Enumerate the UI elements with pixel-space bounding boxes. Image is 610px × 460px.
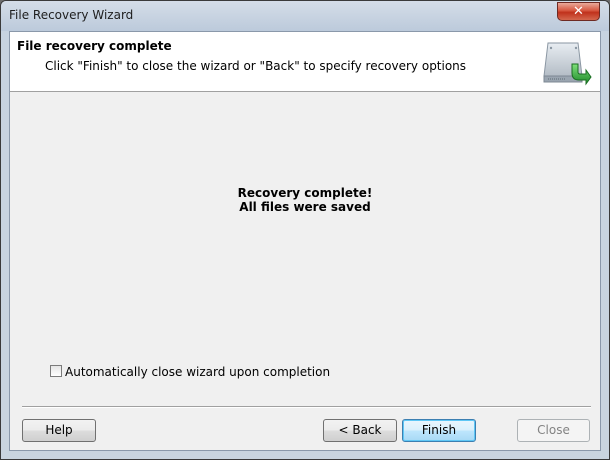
- completion-message-line2: All files were saved: [239, 200, 371, 214]
- page-title: File recovery complete: [17, 39, 172, 53]
- wizard-client-area: File recovery complete Click "Finish" to…: [9, 31, 601, 451]
- page-description: Click "Finish" to close the wizard or "B…: [45, 59, 467, 73]
- wizard-header: File recovery complete Click "Finish" to…: [10, 32, 600, 92]
- back-button[interactable]: < Back: [323, 419, 397, 442]
- wizard-window: File Recovery Wizard ✕ File recovery com…: [0, 0, 610, 460]
- help-button[interactable]: Help: [22, 419, 96, 442]
- close-button: Close: [517, 419, 590, 442]
- auto-close-checkbox[interactable]: [50, 365, 62, 377]
- hard-drive-recovery-icon: [543, 42, 592, 86]
- finish-button[interactable]: Finish: [402, 419, 476, 442]
- window-close-button[interactable]: ✕: [557, 2, 600, 21]
- title-bar[interactable]: File Recovery Wizard ✕: [1, 1, 609, 31]
- auto-close-label[interactable]: Automatically close wizard upon completi…: [65, 365, 330, 379]
- footer-divider: [22, 406, 591, 408]
- window-title: File Recovery Wizard: [9, 8, 134, 22]
- completion-message: Recovery complete! All files were saved: [10, 186, 600, 214]
- completion-message-line1: Recovery complete!: [237, 186, 373, 200]
